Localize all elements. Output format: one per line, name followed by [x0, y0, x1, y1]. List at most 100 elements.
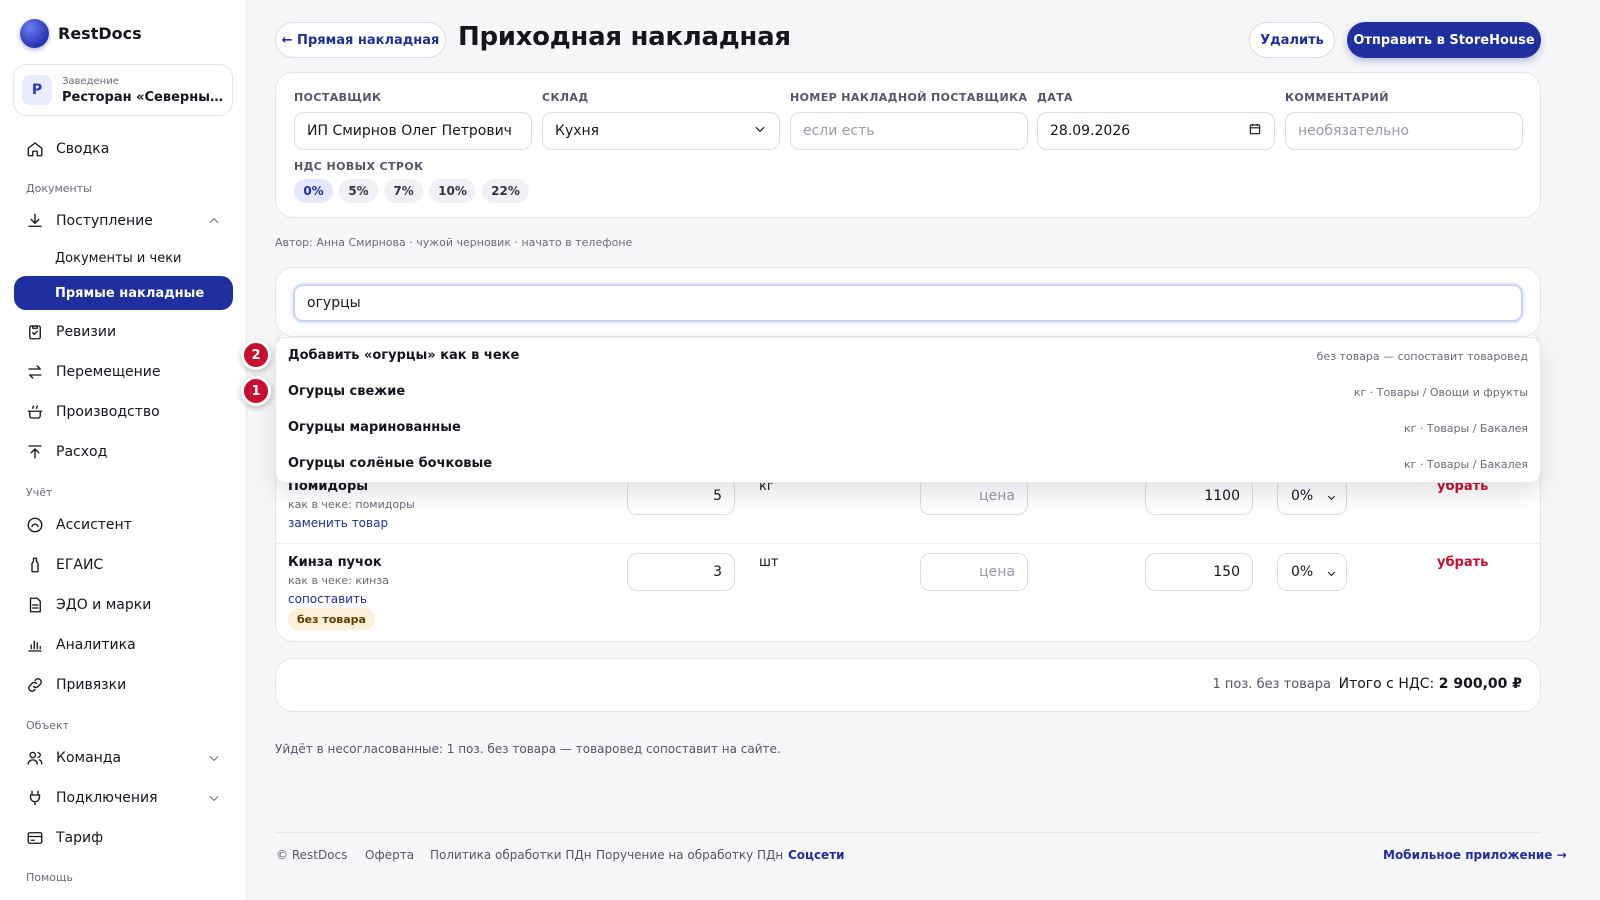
- page-title: Приходная накладная: [458, 22, 791, 52]
- upload-icon: [26, 443, 44, 461]
- warehouse-select[interactable]: Кухня: [542, 112, 780, 150]
- sidebar-item-label: Команда: [56, 750, 122, 766]
- footer-offer-link[interactable]: Оферта: [365, 848, 414, 862]
- calendar-icon[interactable]: [1248, 122, 1262, 140]
- footer-social-link[interactable]: Соцсети: [788, 848, 845, 862]
- vat-chip-0[interactable]: 0%: [294, 179, 333, 203]
- sum-value: 1100: [1204, 488, 1240, 504]
- home-icon: [26, 140, 44, 158]
- venue-label: Заведение: [62, 75, 119, 87]
- brand[interactable]: RestDocs: [20, 19, 142, 48]
- invoice-number-field[interactable]: если есть: [790, 112, 1028, 150]
- sum-field[interactable]: 150: [1145, 553, 1253, 591]
- supplier-field[interactable]: ИП Смирнов Олег Петрович: [294, 112, 532, 150]
- comment-label: КОММЕНТАРИЙ: [1285, 91, 1389, 104]
- sidebar-item-production[interactable]: Производство: [14, 395, 233, 429]
- sidebar-item-bindings[interactable]: Привязки: [14, 668, 233, 702]
- date-field[interactable]: 28.09.2026: [1037, 112, 1275, 150]
- suggestion-item[interactable]: Огурцы свежие кг · Товары / Овощи и фрук…: [276, 374, 1540, 410]
- sidebar-item-summary[interactable]: Сводка: [14, 132, 233, 166]
- vat-select[interactable]: 0%: [1277, 553, 1347, 591]
- suggestion-item[interactable]: Огурцы солёные бочковые кг · Товары / Ба…: [276, 446, 1540, 482]
- chevron-up-icon[interactable]: [207, 214, 221, 232]
- status-badge: без товара: [288, 608, 375, 630]
- sidebar-item-label: Перемещение: [56, 364, 161, 380]
- item-search-panel: огурцы: [275, 267, 1541, 337]
- pot-icon: [26, 403, 44, 421]
- date-label: ДАТА: [1037, 91, 1073, 104]
- download-icon: [26, 212, 44, 230]
- suggestion-hint: без товара — сопоставит товаровед: [1316, 350, 1528, 363]
- back-button[interactable]: ← Прямая накладная: [275, 22, 446, 58]
- chevron-down-icon: [753, 122, 767, 140]
- sidebar-item-revisions[interactable]: Ревизии: [14, 315, 233, 349]
- nav-section-documents: Документы: [26, 182, 92, 195]
- comment-placeholder: необязательно: [1298, 123, 1410, 139]
- sidebar-item-label: ЭДО и марки: [56, 597, 152, 613]
- venue-selector[interactable]: Р Заведение Ресторан «Северный ветер»: [13, 64, 233, 116]
- price-placeholder: цена: [979, 564, 1015, 580]
- quantity-field[interactable]: 3: [627, 553, 735, 591]
- search-value: огурцы: [307, 295, 361, 311]
- bottle-icon: [26, 556, 44, 574]
- suggestion-hint: кг · Товары / Бакалея: [1403, 422, 1528, 435]
- nav-section-object: Объект: [26, 719, 70, 732]
- users-icon: [26, 749, 44, 767]
- price-field[interactable]: цена: [920, 553, 1028, 591]
- suggestion-item[interactable]: Огурцы маринованные кг · Товары / Бакале…: [276, 410, 1540, 446]
- sidebar-item-transfer[interactable]: Перемещение: [14, 355, 233, 389]
- sidebar-item-receipt[interactable]: Поступление: [14, 204, 233, 238]
- footer-assignment-link[interactable]: Поручение на обработку ПДн: [596, 848, 783, 862]
- sidebar-item-expense[interactable]: Расход: [14, 435, 233, 469]
- sidebar-item-docs-and-checks[interactable]: Документы и чеки: [14, 241, 233, 275]
- sidebar-item-assistant[interactable]: Ассистент: [14, 508, 233, 542]
- suggestion-hint: кг · Товары / Овощи и фрукты: [1353, 386, 1528, 399]
- chevron-down-icon[interactable]: [207, 751, 221, 769]
- bar-chart-icon: [26, 636, 44, 654]
- sidebar-item-label: Прямые накладные: [55, 285, 205, 301]
- sidebar-item-label: Производство: [56, 404, 160, 420]
- chevron-down-icon: [1327, 495, 1336, 501]
- delete-button[interactable]: Удалить: [1249, 22, 1335, 58]
- vat-chip-7[interactable]: 7%: [384, 179, 423, 203]
- total-with-vat: Итого с НДС: 2 900,00 ₽: [1339, 676, 1522, 692]
- footer-privacy-link[interactable]: Политика обработки ПДн: [430, 848, 592, 862]
- invoice-number-label: НОМЕР НАКЛАДНОЙ ПОСТАВЩИКА: [790, 91, 1028, 104]
- nav-section-help: Помощь: [26, 871, 73, 884]
- sidebar-item-label: Ассистент: [56, 517, 132, 533]
- suggestion-hint: кг · Товары / Бакалея: [1403, 458, 1528, 471]
- sidebar-item-label: Привязки: [56, 677, 127, 693]
- suggestion-add-as-in-check[interactable]: Добавить «огурцы» как в чеке без товара …: [276, 338, 1540, 374]
- vat-select-value: 0%: [1291, 488, 1314, 504]
- send-to-storehouse-button[interactable]: Отправить в StoreHouse: [1347, 22, 1541, 58]
- chevron-down-icon[interactable]: [207, 791, 221, 809]
- sidebar-item-edo[interactable]: ЭДО и марки: [14, 588, 233, 622]
- replace-item-link[interactable]: заменить товар: [288, 516, 388, 530]
- sidebar-item-egais[interactable]: ЕГАИС: [14, 548, 233, 582]
- comment-field[interactable]: необязательно: [1285, 112, 1523, 150]
- sidebar-item-tariff[interactable]: Тариф: [14, 821, 233, 855]
- sidebar-item-label: ЕГАИС: [56, 557, 104, 573]
- annotation-marker: 1: [241, 376, 271, 406]
- sidebar: RestDocs Р Заведение Ресторан «Северный …: [0, 0, 247, 900]
- sidebar-item-connections[interactable]: Подключения: [14, 781, 233, 815]
- item-search-input[interactable]: огурцы: [293, 284, 1523, 322]
- footer-mobile-app-link[interactable]: Мобильное приложение →: [1383, 848, 1567, 862]
- totals-bar: 1 поз. без товара Итого с НДС: 2 900,00 …: [275, 658, 1541, 712]
- sidebar-item-label: Поступление: [56, 213, 153, 229]
- sidebar-item-direct-invoices[interactable]: Прямые накладные: [14, 276, 233, 310]
- total-label: Итого с НДС:: [1338, 676, 1435, 692]
- suggestion-title: Добавить «огурцы» как в чеке: [288, 348, 520, 363]
- sidebar-item-analytics[interactable]: Аналитика: [14, 628, 233, 662]
- footer-copyright: © RestDocs: [276, 848, 348, 862]
- match-item-link[interactable]: сопоставить: [288, 592, 367, 606]
- brand-name: RestDocs: [58, 24, 142, 43]
- vat-chip-10[interactable]: 10%: [429, 179, 476, 203]
- vat-chip-5[interactable]: 5%: [339, 179, 378, 203]
- sidebar-item-team[interactable]: Команда: [14, 741, 233, 775]
- assistant-icon: [26, 516, 44, 534]
- vat-select-value: 0%: [1291, 564, 1314, 580]
- remove-row-button[interactable]: убрать: [1437, 555, 1488, 570]
- plug-icon: [26, 789, 44, 807]
- vat-chip-22[interactable]: 22%: [482, 179, 529, 203]
